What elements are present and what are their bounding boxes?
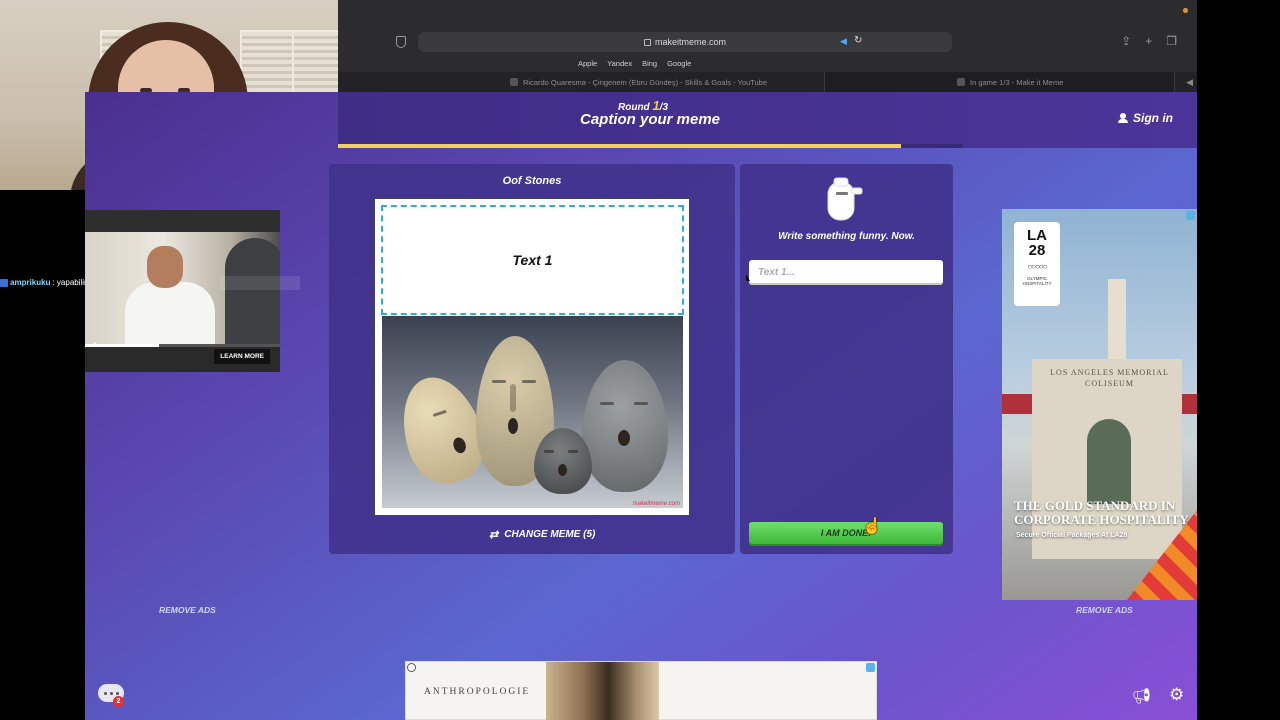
stone-eye xyxy=(432,409,447,417)
megaphone-icon[interactable]: 📢︎ xyxy=(1132,687,1151,705)
tabs-icon[interactable]: ❐ xyxy=(1166,34,1177,48)
shield-icon[interactable] xyxy=(396,36,406,48)
caption-prompt: Write something funny. Now. xyxy=(778,231,915,242)
favorite-bing[interactable]: Bing xyxy=(642,59,657,68)
chat-user-badge xyxy=(0,278,8,287)
ad-person-face xyxy=(147,246,183,288)
ad-info-icon[interactable] xyxy=(407,663,416,672)
remove-ads-right-link[interactable]: REMOVE ADS xyxy=(1076,605,1133,615)
screen: amprikuku : yapabilirsin makeitmeme.com … xyxy=(0,0,1280,720)
chat-overlay-bar xyxy=(220,276,300,290)
meme-watermark: makeitmeme.com xyxy=(632,501,680,507)
reload-icon[interactable]: ↻ xyxy=(854,35,862,46)
olympic-rings-icon: ○○○○○ xyxy=(1027,262,1047,271)
favorite-apple[interactable]: Apple xyxy=(578,59,597,68)
ad-person-back xyxy=(225,238,280,344)
change-meme-label: CHANGE MEME (5) xyxy=(504,529,596,540)
tab-bar: Ricardo Quaresma - Çingenem (Ebru Gündeş… xyxy=(338,72,1197,92)
ad-subline: Secure Official Packages At LA28 xyxy=(1016,532,1128,539)
url-text: makeitmeme.com xyxy=(654,37,726,47)
stone-mouth xyxy=(618,430,630,446)
address-bar[interactable]: makeitmeme.com xyxy=(418,32,952,52)
ad-tower xyxy=(1108,279,1126,369)
stone-right xyxy=(582,360,668,492)
tab-favicon xyxy=(510,78,518,86)
ad-photos xyxy=(546,662,659,720)
bottom-banner-ad[interactable]: ANTHROPOLOGIE xyxy=(405,661,877,720)
ad-person-coat xyxy=(125,282,215,344)
favorites-bar: Apple Yandex Bing Google xyxy=(578,59,691,68)
tab-favicon xyxy=(957,78,965,86)
done-button[interactable]: I AM DONE! xyxy=(749,522,943,544)
chat-username: amprikuku xyxy=(10,278,51,287)
la28-ad[interactable]: LOS ANGELES MEMORIAL COLISEUM LA 28 ○○○○… xyxy=(1002,209,1197,600)
stone-eye xyxy=(600,402,614,405)
share-icon[interactable]: ⇪ xyxy=(1121,34,1131,48)
ad-brand: ANTHROPOLOGIE xyxy=(424,687,531,697)
video-ad-progress xyxy=(85,344,280,347)
coliseum-sign: LOS ANGELES MEMORIAL COLISEUM xyxy=(1050,368,1169,388)
stone-mouth xyxy=(451,435,468,455)
sign-in-button[interactable]: Sign in xyxy=(1118,111,1173,125)
la28-logo: LA 28 ○○○○○ OLYMPIC HOSPITALITY xyxy=(1014,222,1060,306)
caption-panel: Write something funny. Now. I AM DONE! xyxy=(740,164,953,554)
stone-nose xyxy=(510,384,516,412)
lock-icon xyxy=(643,38,651,46)
right-black-area xyxy=(1197,0,1280,720)
chat-button[interactable]: 2 xyxy=(98,684,124,707)
caption-text-input[interactable] xyxy=(749,260,943,285)
meme-image: makeitmeme.com xyxy=(382,316,683,508)
learn-more-button[interactable]: LEARN MORE xyxy=(214,349,270,364)
timer-progress-bar xyxy=(338,144,963,148)
stone-eye xyxy=(568,450,578,453)
stream-chat-message: amprikuku : yapabilirsin xyxy=(0,278,97,287)
mouse-cursor-icon xyxy=(746,274,750,281)
chat-unread-badge: 2 xyxy=(113,696,124,707)
browser-actions: ⇪ + ❐ xyxy=(1121,34,1177,48)
tab-label: In game 1/3 - Make it Meme xyxy=(970,77,1064,87)
tab-make-it-meme[interactable]: In game 1/3 - Make it Meme xyxy=(825,72,1175,92)
text-zone-1[interactable]: Text 1 xyxy=(381,205,684,315)
person-icon xyxy=(1118,113,1128,123)
video-ad[interactable]: 🔇︎ LEARN MORE xyxy=(85,210,280,372)
ad-headline: THE GOLD STANDARD IN CORPORATE HOSPITALI… xyxy=(1014,498,1189,527)
favorite-google[interactable]: Google xyxy=(667,59,691,68)
ad-choices-icon[interactable] xyxy=(1186,211,1195,220)
mascot-icon xyxy=(827,177,863,221)
ad-arch xyxy=(1087,419,1131,504)
timer-progress-fill xyxy=(338,144,901,148)
speaker-icon[interactable]: ◀︎ xyxy=(840,36,847,47)
meme-card: Text 1 makeitmeme.com xyxy=(374,198,690,516)
sign-in-label: Sign in xyxy=(1133,111,1173,125)
gear-icon[interactable]: ⚙ xyxy=(1169,685,1184,705)
stone-eye xyxy=(522,380,536,383)
stone-eye xyxy=(492,380,506,383)
new-tab-icon[interactable]: + xyxy=(1145,34,1152,48)
ad-choices-icon[interactable] xyxy=(866,663,875,672)
stone-mouth xyxy=(558,464,567,476)
change-meme-button[interactable]: ⇄ CHANGE MEME (5) xyxy=(489,528,595,541)
browser-toolbar: makeitmeme.com ◀︎ ↻ ⇪ + ❐ Apple Yandex B… xyxy=(338,0,1197,92)
shuffle-icon: ⇄ xyxy=(489,529,499,541)
game-header: Round 1/3 Caption your meme Sign in xyxy=(338,92,1197,148)
remove-ads-left-link[interactable]: REMOVE ADS xyxy=(159,605,216,615)
tab-youtube[interactable]: Ricardo Quaresma - Çingenem (Ebru Gündeş… xyxy=(338,72,825,92)
recording-dot xyxy=(1183,8,1188,13)
la28-logo-sub: OLYMPIC HOSPITALITY xyxy=(1022,276,1052,286)
meme-name: Oof Stones xyxy=(502,175,562,187)
la28-logo-text: LA 28 xyxy=(1027,227,1047,259)
tab-audio-icon[interactable]: ◀︎ xyxy=(1186,77,1193,88)
stone-mouth xyxy=(508,418,518,434)
video-ad-progress-fill xyxy=(85,344,160,347)
hand-cursor-icon: ☝ xyxy=(862,518,882,535)
stone-eye xyxy=(544,450,554,453)
stone-eye xyxy=(634,402,648,405)
favorite-yandex[interactable]: Yandex xyxy=(607,59,632,68)
video-ad-topbar xyxy=(85,210,280,232)
page-title: Caption your meme xyxy=(580,111,721,128)
tab-label: Ricardo Quaresma - Çingenem (Ebru Gündeş… xyxy=(523,77,767,87)
